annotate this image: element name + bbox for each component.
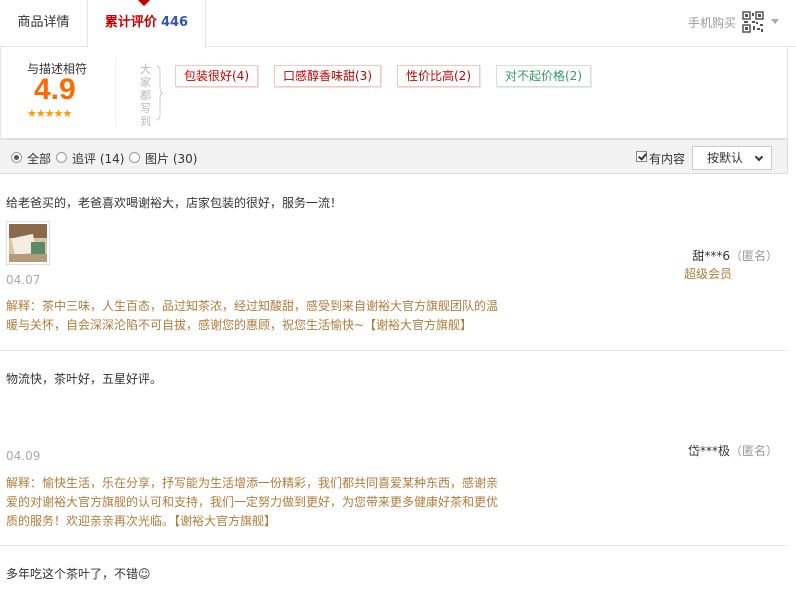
review-date: 04.07	[6, 273, 41, 287]
rating-stars: ★★★★★	[27, 107, 72, 120]
tab-product-details-label: 商品详情	[17, 15, 70, 30]
qr-code-icon[interactable]	[742, 11, 764, 33]
has-content-checkbox[interactable]	[636, 151, 647, 162]
tab-reviews-label: 累计评价	[104, 15, 157, 30]
has-content-label[interactable]: 有内容	[649, 150, 685, 167]
sort-select-value: 按默认	[707, 151, 744, 165]
review-separator	[0, 350, 788, 351]
review-text: 多年吃这个茶叶了，不错☺	[6, 567, 151, 581]
impression-tag[interactable]: 包装很好(4)	[175, 65, 258, 87]
filter-all-radio[interactable]	[11, 152, 22, 163]
filter-all-label[interactable]: 全部	[27, 150, 51, 167]
review-filter-bar: 全部 追评 (14) 图片 (30) 有内容 按默认	[0, 139, 788, 174]
chevron-down-icon	[754, 152, 764, 162]
everyone-says-label: 大家都写到	[140, 63, 151, 128]
filter-pictures-label[interactable]: 图片 (30)	[145, 150, 197, 167]
filter-append-label[interactable]: 追评 (14)	[72, 150, 124, 167]
reviewer-name-text: 岱***极	[687, 444, 730, 458]
anonymous-label: （匿名）	[729, 444, 778, 458]
tab-product-details[interactable]: 商品详情	[0, 0, 88, 47]
impression-tag[interactable]: 口感醇香味甜(3)	[274, 65, 381, 87]
reviewer-name: 岱***极（匿名）	[688, 442, 778, 459]
impression-tag-negative[interactable]: 对不起价格(2)	[496, 65, 591, 87]
tab-bar: 商品详情 累计评价 446 手机购买	[0, 0, 796, 48]
score-value: 4.9	[34, 73, 76, 106]
anonymous-label: （匿名）	[729, 249, 778, 263]
review-photo-image	[9, 224, 47, 262]
mobile-buy-link[interactable]: 手机购买	[688, 14, 736, 31]
sort-select[interactable]: 按默认	[692, 146, 772, 170]
filter-pictures-radio[interactable]	[129, 152, 140, 163]
reviewer-name-text: 甜***6	[692, 249, 730, 263]
impression-tag[interactable]: 性价比高(2)	[397, 65, 480, 87]
member-level: 超级会员	[684, 267, 733, 281]
review-separator	[0, 545, 788, 546]
caret-down-icon[interactable]	[771, 19, 779, 24]
review-photo-thumbnail[interactable]	[6, 221, 50, 265]
seller-reply: 解释：茶中三味，人生百态，品过知茶浓，经过知酸甜，感受到来自谢裕大官方旗舰团队的…	[6, 299, 499, 332]
tab-reviews[interactable]: 累计评价 446	[88, 0, 206, 48]
review-date: 04.09	[6, 449, 41, 463]
reviewer-name: 甜***6（匿名）	[692, 247, 778, 264]
rating-summary: 与描述相符 4.9 ★★★★★ 大家都写到 包装很好(4) 口感醇香味甜(3) …	[0, 47, 788, 139]
seller-reply: 解释：愉快生活，乐在分享，抒写能为生活增添一份精彩，我们都共同喜爱某种东西，感谢…	[6, 476, 499, 528]
tab-reviews-count: 446	[160, 15, 189, 30]
summary-divider	[115, 59, 116, 125]
review-text: 物流快，茶叶好，五星好评。	[6, 372, 163, 386]
brace-icon	[155, 65, 164, 121]
review-text: 给老爸买的，老爸喜欢喝谢裕大，店家包装的很好，服务一流！	[6, 196, 343, 210]
filter-append-radio[interactable]	[56, 152, 67, 163]
